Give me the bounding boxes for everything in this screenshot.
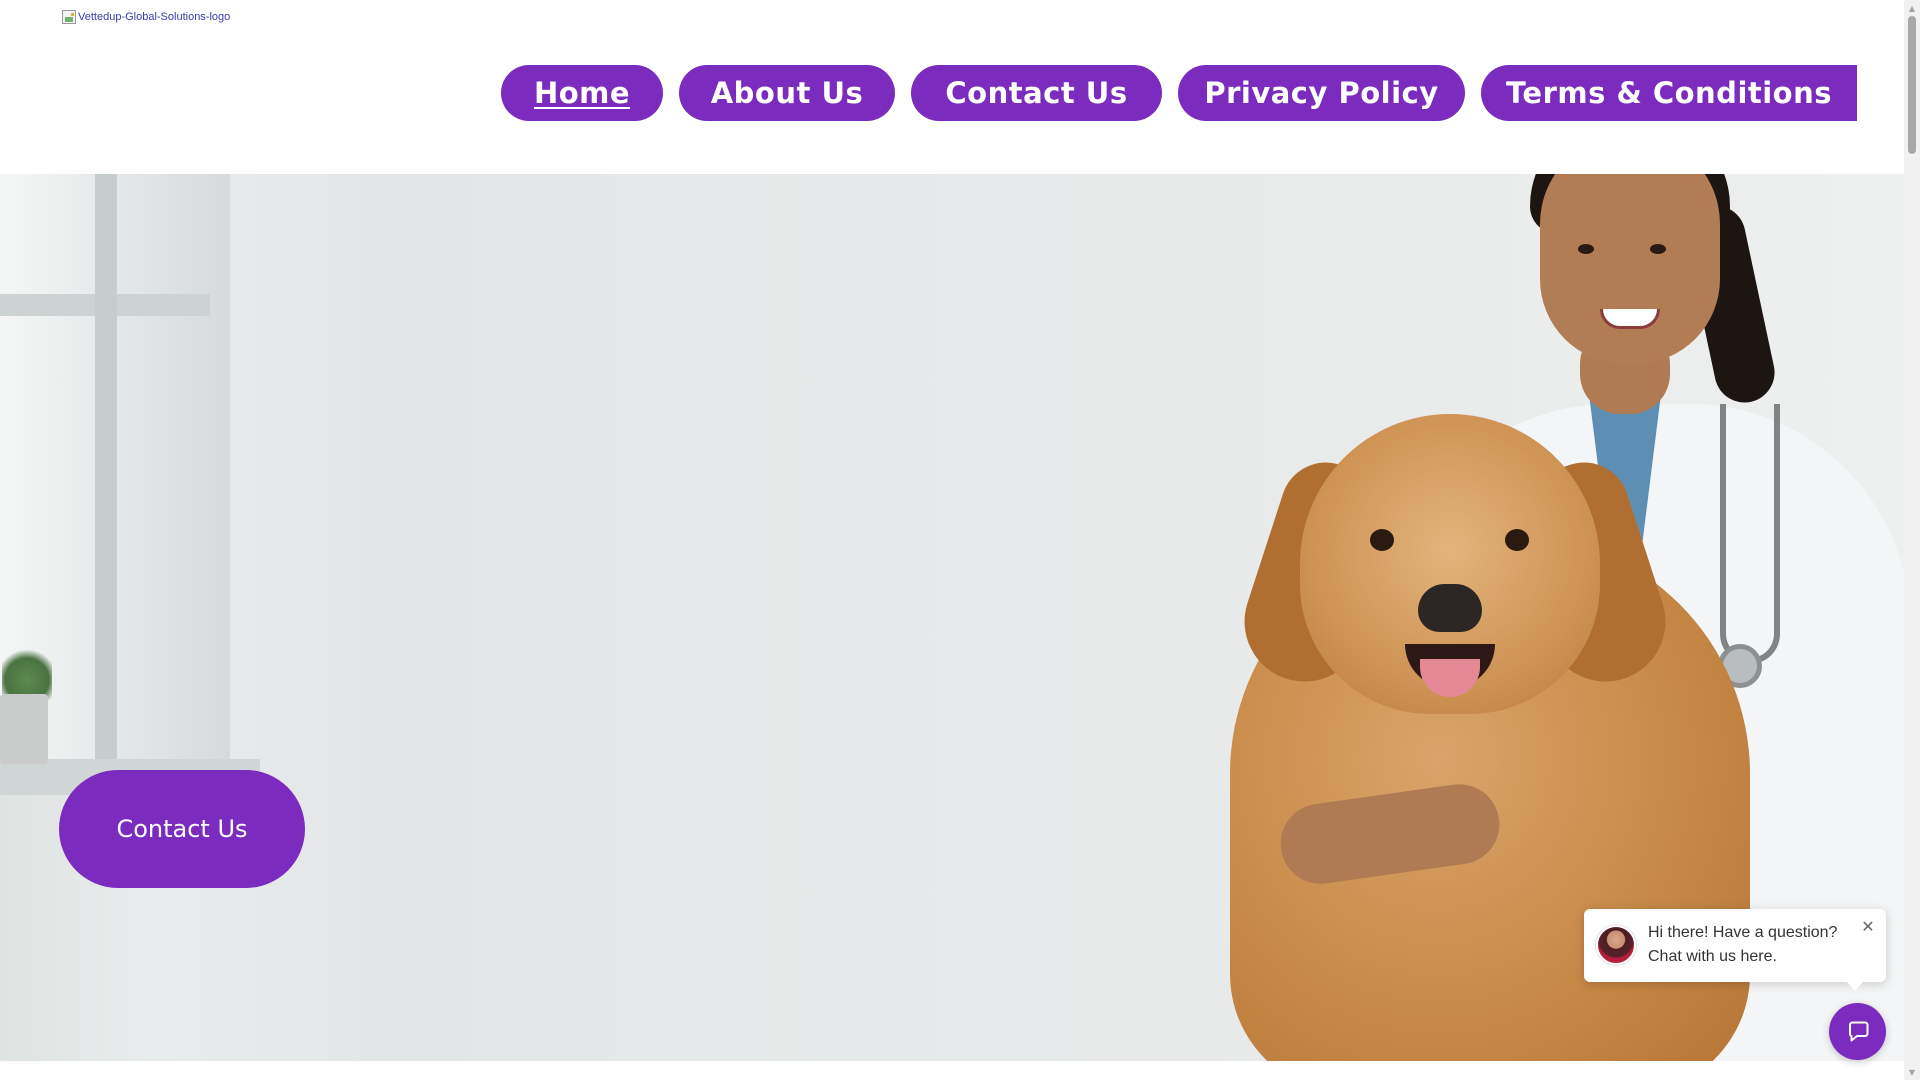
scroll-up-arrow-icon[interactable]: ▲ — [1904, 0, 1920, 16]
site-header: Vettedup-Global-Solutions-logo Home Abou… — [0, 0, 1904, 174]
chat-greeting-line2: Chat with us here. — [1648, 948, 1777, 965]
nav-terms-label: Terms & Conditions — [1505, 76, 1833, 110]
chat-launcher-button[interactable] — [1829, 1003, 1886, 1060]
dog-eye-left — [1370, 529, 1394, 551]
close-icon[interactable]: ✕ — [1860, 919, 1876, 935]
nav-terms-button[interactable]: Terms & Conditions — [1481, 65, 1857, 121]
agent-avatar — [1596, 925, 1636, 965]
scrollbar-thumb[interactable] — [1908, 16, 1916, 154]
vet-head — [1540, 174, 1720, 364]
plant-pot — [0, 694, 48, 764]
nav-contact-button[interactable]: Contact Us — [911, 65, 1162, 121]
vet-eye-left — [1578, 244, 1594, 254]
nav-about-button[interactable]: About Us — [679, 65, 895, 121]
nav-home-label: Home — [533, 76, 631, 110]
chat-greeting-bubble[interactable]: Hi there! Have a question? Chat with us … — [1584, 909, 1886, 991]
page: Vettedup-Global-Solutions-logo Home Abou… — [0, 0, 1920, 1080]
window-mullion — [95, 174, 117, 764]
broken-image-icon — [62, 10, 76, 24]
nav-home-button[interactable]: Home — [501, 65, 663, 121]
hero-contact-us-button[interactable]: Contact Us — [59, 770, 305, 888]
chat-greeting-line1: Hi there! Have a question? — [1648, 924, 1838, 941]
chat-greeting-text: Hi there! Have a question? Chat with us … — [1648, 921, 1848, 969]
dog-nose — [1418, 584, 1482, 632]
chat-icon — [1848, 1021, 1868, 1041]
scroll-down-arrow-icon[interactable]: ▼ — [1904, 1064, 1920, 1080]
main-nav: Home About Us Contact Us Privacy Policy … — [0, 65, 1904, 121]
site-logo[interactable]: Vettedup-Global-Solutions-logo — [62, 10, 230, 24]
nav-contact-label: Contact Us — [945, 76, 1128, 110]
nav-about-label: About Us — [710, 76, 864, 110]
nav-privacy-button[interactable]: Privacy Policy — [1178, 65, 1465, 121]
hero-cta-label: Contact Us — [116, 815, 248, 843]
logo-alt-text: Vettedup-Global-Solutions-logo — [78, 11, 231, 23]
nav-privacy-label: Privacy Policy — [1204, 76, 1439, 110]
page-scrollbar[interactable]: ▲ ▼ — [1904, 0, 1920, 1080]
dog-eye-right — [1505, 529, 1529, 551]
vet-eye-right — [1650, 244, 1666, 254]
stethoscope-tube — [1720, 404, 1780, 664]
